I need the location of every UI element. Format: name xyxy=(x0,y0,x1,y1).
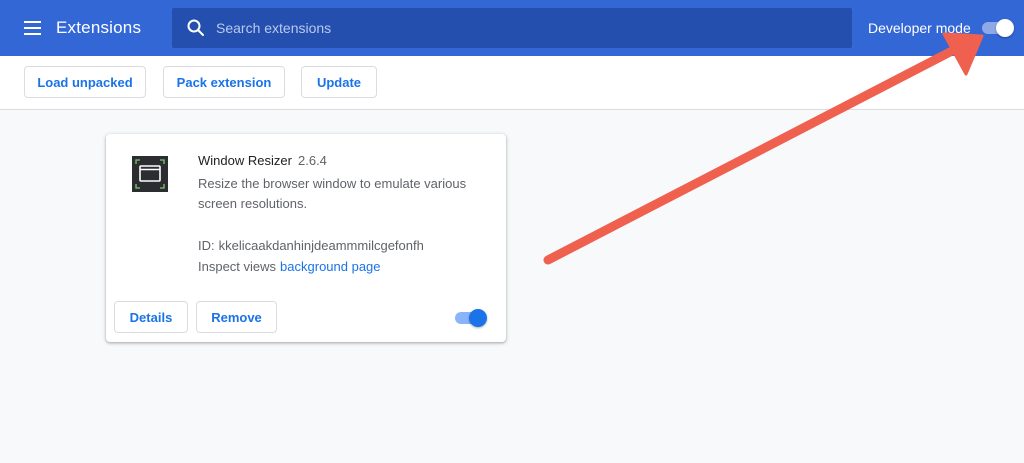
pack-extension-button[interactable]: Pack extension xyxy=(163,66,285,98)
search-input[interactable] xyxy=(216,14,836,42)
inspect-views-label: Inspect views xyxy=(198,259,277,274)
extension-description: Resize the browser window to emulate var… xyxy=(198,176,467,211)
extension-id: ID: kkelicaakdanhinjdeammmilcgefonfh xyxy=(198,238,424,253)
remove-button[interactable]: Remove xyxy=(196,301,277,333)
extensions-header: Extensions Developer mode xyxy=(0,0,1024,56)
page-title: Extensions xyxy=(56,18,142,37)
extension-id-label: ID: xyxy=(198,238,215,253)
developer-toolbar: Load unpacked Pack extension Update xyxy=(0,56,1024,110)
background-page-link[interactable]: background page xyxy=(280,259,380,274)
extension-version: 2.6.4 xyxy=(298,153,327,168)
search-icon xyxy=(187,19,204,36)
extension-id-value: kkelicaakdanhinjdeammmilcgefonfh xyxy=(218,238,424,253)
extension-card: Window Resizer 2.6.4 Resize the browser … xyxy=(106,134,506,342)
developer-mode-toggle[interactable] xyxy=(980,19,1014,37)
load-unpacked-button[interactable]: Load unpacked xyxy=(24,66,146,98)
developer-mode-label: Developer mode xyxy=(868,20,971,36)
search-box[interactable] xyxy=(172,8,852,48)
extension-enable-toggle[interactable] xyxy=(453,309,487,327)
inspect-views: Inspect views background page xyxy=(198,259,381,274)
extension-name: Window Resizer xyxy=(198,153,292,168)
update-button[interactable]: Update xyxy=(301,66,377,98)
details-button[interactable]: Details xyxy=(114,301,188,333)
window-resizer-icon xyxy=(132,156,168,192)
hamburger-menu-icon[interactable] xyxy=(22,18,44,38)
